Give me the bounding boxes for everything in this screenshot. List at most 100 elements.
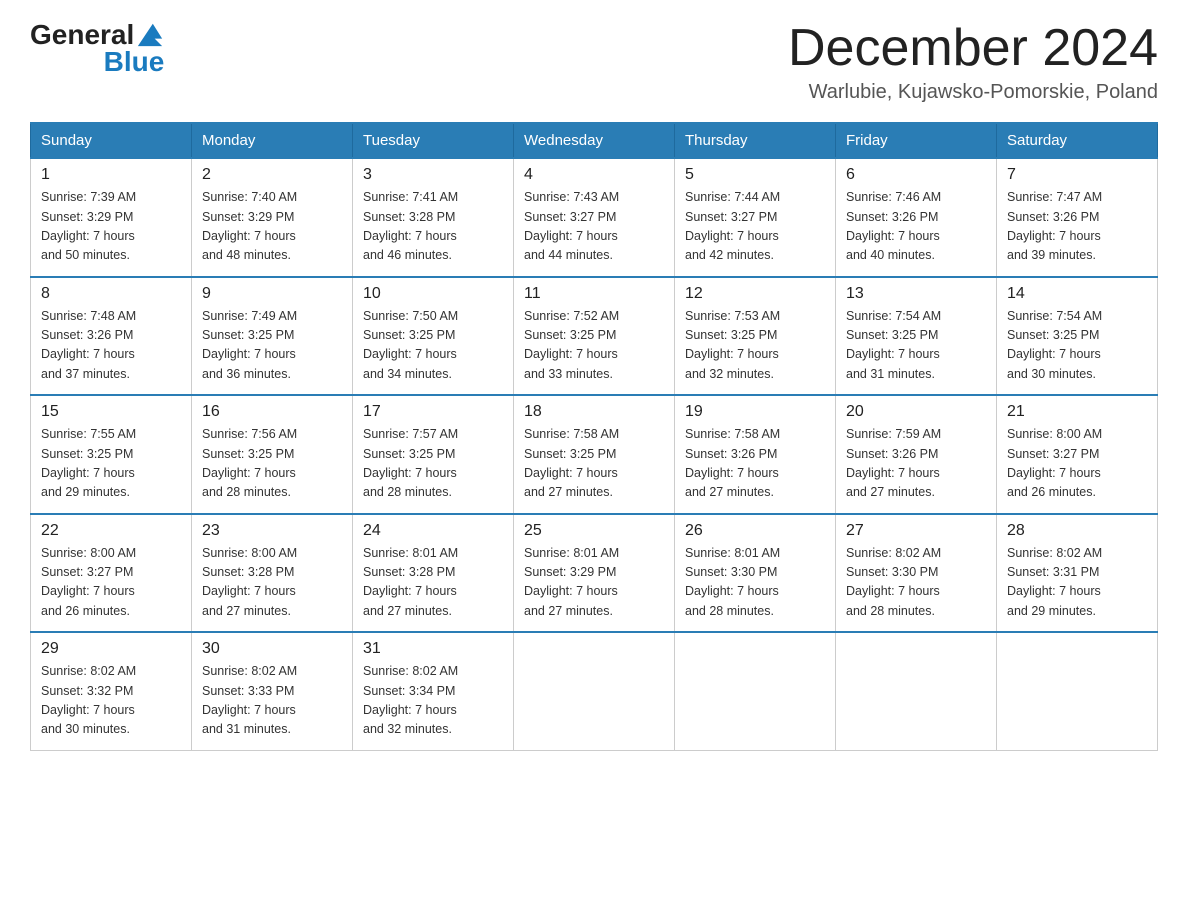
calendar-cell: 29 Sunrise: 8:02 AMSunset: 3:32 PMDaylig…: [31, 632, 192, 750]
calendar-cell: 13 Sunrise: 7:54 AMSunset: 3:25 PMDaylig…: [836, 277, 997, 396]
calendar-cell: 10 Sunrise: 7:50 AMSunset: 3:25 PMDaylig…: [353, 277, 514, 396]
calendar-cell: 28 Sunrise: 8:02 AMSunset: 3:31 PMDaylig…: [997, 514, 1158, 633]
day-number: 20: [846, 403, 986, 421]
logo-icon: [136, 20, 164, 48]
calendar-week-5: 29 Sunrise: 8:02 AMSunset: 3:32 PMDaylig…: [31, 632, 1158, 750]
day-info: Sunrise: 7:43 AMSunset: 3:27 PMDaylight:…: [524, 188, 664, 266]
day-number: 12: [685, 285, 825, 303]
calendar-cell: 24 Sunrise: 8:01 AMSunset: 3:28 PMDaylig…: [353, 514, 514, 633]
calendar-cell: 12 Sunrise: 7:53 AMSunset: 3:25 PMDaylig…: [675, 277, 836, 396]
day-number: 9: [202, 285, 342, 303]
day-number: 5: [685, 166, 825, 184]
day-number: 31: [363, 640, 503, 658]
day-info: Sunrise: 7:52 AMSunset: 3:25 PMDaylight:…: [524, 307, 664, 385]
calendar-cell: 21 Sunrise: 8:00 AMSunset: 3:27 PMDaylig…: [997, 395, 1158, 514]
calendar-cell: 22 Sunrise: 8:00 AMSunset: 3:27 PMDaylig…: [31, 514, 192, 633]
calendar-cell: 19 Sunrise: 7:58 AMSunset: 3:26 PMDaylig…: [675, 395, 836, 514]
day-number: 14: [1007, 285, 1147, 303]
day-info: Sunrise: 8:01 AMSunset: 3:29 PMDaylight:…: [524, 544, 664, 622]
day-number: 6: [846, 166, 986, 184]
header-row: Sunday Monday Tuesday Wednesday Thursday…: [31, 123, 1158, 158]
calendar-cell: [514, 632, 675, 750]
day-info: Sunrise: 7:49 AMSunset: 3:25 PMDaylight:…: [202, 307, 342, 385]
header-monday: Monday: [192, 123, 353, 158]
calendar-cell: 6 Sunrise: 7:46 AMSunset: 3:26 PMDayligh…: [836, 158, 997, 277]
day-number: 10: [363, 285, 503, 303]
calendar-cell: 17 Sunrise: 7:57 AMSunset: 3:25 PMDaylig…: [353, 395, 514, 514]
day-number: 23: [202, 522, 342, 540]
day-number: 25: [524, 522, 664, 540]
calendar-cell: 26 Sunrise: 8:01 AMSunset: 3:30 PMDaylig…: [675, 514, 836, 633]
day-info: Sunrise: 8:00 AMSunset: 3:27 PMDaylight:…: [41, 544, 181, 622]
header-wednesday: Wednesday: [514, 123, 675, 158]
day-info: Sunrise: 8:00 AMSunset: 3:27 PMDaylight:…: [1007, 425, 1147, 503]
day-info: Sunrise: 7:41 AMSunset: 3:28 PMDaylight:…: [363, 188, 503, 266]
calendar-cell: 8 Sunrise: 7:48 AMSunset: 3:26 PMDayligh…: [31, 277, 192, 396]
day-info: Sunrise: 7:47 AMSunset: 3:26 PMDaylight:…: [1007, 188, 1147, 266]
calendar-cell: 4 Sunrise: 7:43 AMSunset: 3:27 PMDayligh…: [514, 158, 675, 277]
day-info: Sunrise: 7:58 AMSunset: 3:26 PMDaylight:…: [685, 425, 825, 503]
day-info: Sunrise: 8:02 AMSunset: 3:34 PMDaylight:…: [363, 662, 503, 740]
day-info: Sunrise: 8:01 AMSunset: 3:28 PMDaylight:…: [363, 544, 503, 622]
day-number: 28: [1007, 522, 1147, 540]
calendar-cell: [675, 632, 836, 750]
day-number: 19: [685, 403, 825, 421]
calendar-cell: 15 Sunrise: 7:55 AMSunset: 3:25 PMDaylig…: [31, 395, 192, 514]
day-info: Sunrise: 8:00 AMSunset: 3:28 PMDaylight:…: [202, 544, 342, 622]
logo: General Blue: [30, 20, 164, 78]
header-thursday: Thursday: [675, 123, 836, 158]
day-info: Sunrise: 7:54 AMSunset: 3:25 PMDaylight:…: [846, 307, 986, 385]
calendar-cell: 7 Sunrise: 7:47 AMSunset: 3:26 PMDayligh…: [997, 158, 1158, 277]
calendar-cell: 5 Sunrise: 7:44 AMSunset: 3:27 PMDayligh…: [675, 158, 836, 277]
day-info: Sunrise: 7:50 AMSunset: 3:25 PMDaylight:…: [363, 307, 503, 385]
calendar-week-3: 15 Sunrise: 7:55 AMSunset: 3:25 PMDaylig…: [31, 395, 1158, 514]
calendar-cell: 27 Sunrise: 8:02 AMSunset: 3:30 PMDaylig…: [836, 514, 997, 633]
calendar-cell: 30 Sunrise: 8:02 AMSunset: 3:33 PMDaylig…: [192, 632, 353, 750]
calendar-week-2: 8 Sunrise: 7:48 AMSunset: 3:26 PMDayligh…: [31, 277, 1158, 396]
day-number: 27: [846, 522, 986, 540]
calendar-cell: 31 Sunrise: 8:02 AMSunset: 3:34 PMDaylig…: [353, 632, 514, 750]
day-number: 22: [41, 522, 181, 540]
day-number: 1: [41, 166, 181, 184]
location-title: Warlubie, Kujawsko-Pomorskie, Poland: [788, 81, 1158, 104]
calendar-week-4: 22 Sunrise: 8:00 AMSunset: 3:27 PMDaylig…: [31, 514, 1158, 633]
day-info: Sunrise: 7:59 AMSunset: 3:26 PMDaylight:…: [846, 425, 986, 503]
header-friday: Friday: [836, 123, 997, 158]
day-info: Sunrise: 7:46 AMSunset: 3:26 PMDaylight:…: [846, 188, 986, 266]
day-number: 30: [202, 640, 342, 658]
day-info: Sunrise: 7:53 AMSunset: 3:25 PMDaylight:…: [685, 307, 825, 385]
page-header: General Blue December 2024 Warlubie, Kuj…: [30, 20, 1158, 104]
day-info: Sunrise: 7:57 AMSunset: 3:25 PMDaylight:…: [363, 425, 503, 503]
header-sunday: Sunday: [31, 123, 192, 158]
day-number: 4: [524, 166, 664, 184]
day-number: 11: [524, 285, 664, 303]
logo-blue-text: Blue: [104, 47, 165, 78]
calendar-cell: 3 Sunrise: 7:41 AMSunset: 3:28 PMDayligh…: [353, 158, 514, 277]
day-info: Sunrise: 8:01 AMSunset: 3:30 PMDaylight:…: [685, 544, 825, 622]
day-info: Sunrise: 7:55 AMSunset: 3:25 PMDaylight:…: [41, 425, 181, 503]
day-info: Sunrise: 7:54 AMSunset: 3:25 PMDaylight:…: [1007, 307, 1147, 385]
calendar-header: Sunday Monday Tuesday Wednesday Thursday…: [31, 123, 1158, 158]
day-number: 2: [202, 166, 342, 184]
calendar-cell: 16 Sunrise: 7:56 AMSunset: 3:25 PMDaylig…: [192, 395, 353, 514]
calendar-body: 1 Sunrise: 7:39 AMSunset: 3:29 PMDayligh…: [31, 158, 1158, 750]
day-number: 24: [363, 522, 503, 540]
day-number: 26: [685, 522, 825, 540]
day-number: 15: [41, 403, 181, 421]
calendar-cell: [836, 632, 997, 750]
day-info: Sunrise: 7:44 AMSunset: 3:27 PMDaylight:…: [685, 188, 825, 266]
calendar-cell: 18 Sunrise: 7:58 AMSunset: 3:25 PMDaylig…: [514, 395, 675, 514]
day-info: Sunrise: 8:02 AMSunset: 3:30 PMDaylight:…: [846, 544, 986, 622]
calendar-cell: 2 Sunrise: 7:40 AMSunset: 3:29 PMDayligh…: [192, 158, 353, 277]
day-info: Sunrise: 8:02 AMSunset: 3:33 PMDaylight:…: [202, 662, 342, 740]
day-info: Sunrise: 7:40 AMSunset: 3:29 PMDaylight:…: [202, 188, 342, 266]
header-tuesday: Tuesday: [353, 123, 514, 158]
calendar-cell: 14 Sunrise: 7:54 AMSunset: 3:25 PMDaylig…: [997, 277, 1158, 396]
calendar-cell: 9 Sunrise: 7:49 AMSunset: 3:25 PMDayligh…: [192, 277, 353, 396]
day-number: 16: [202, 403, 342, 421]
day-info: Sunrise: 8:02 AMSunset: 3:31 PMDaylight:…: [1007, 544, 1147, 622]
day-number: 21: [1007, 403, 1147, 421]
day-number: 29: [41, 640, 181, 658]
calendar-week-1: 1 Sunrise: 7:39 AMSunset: 3:29 PMDayligh…: [31, 158, 1158, 277]
day-info: Sunrise: 7:39 AMSunset: 3:29 PMDaylight:…: [41, 188, 181, 266]
